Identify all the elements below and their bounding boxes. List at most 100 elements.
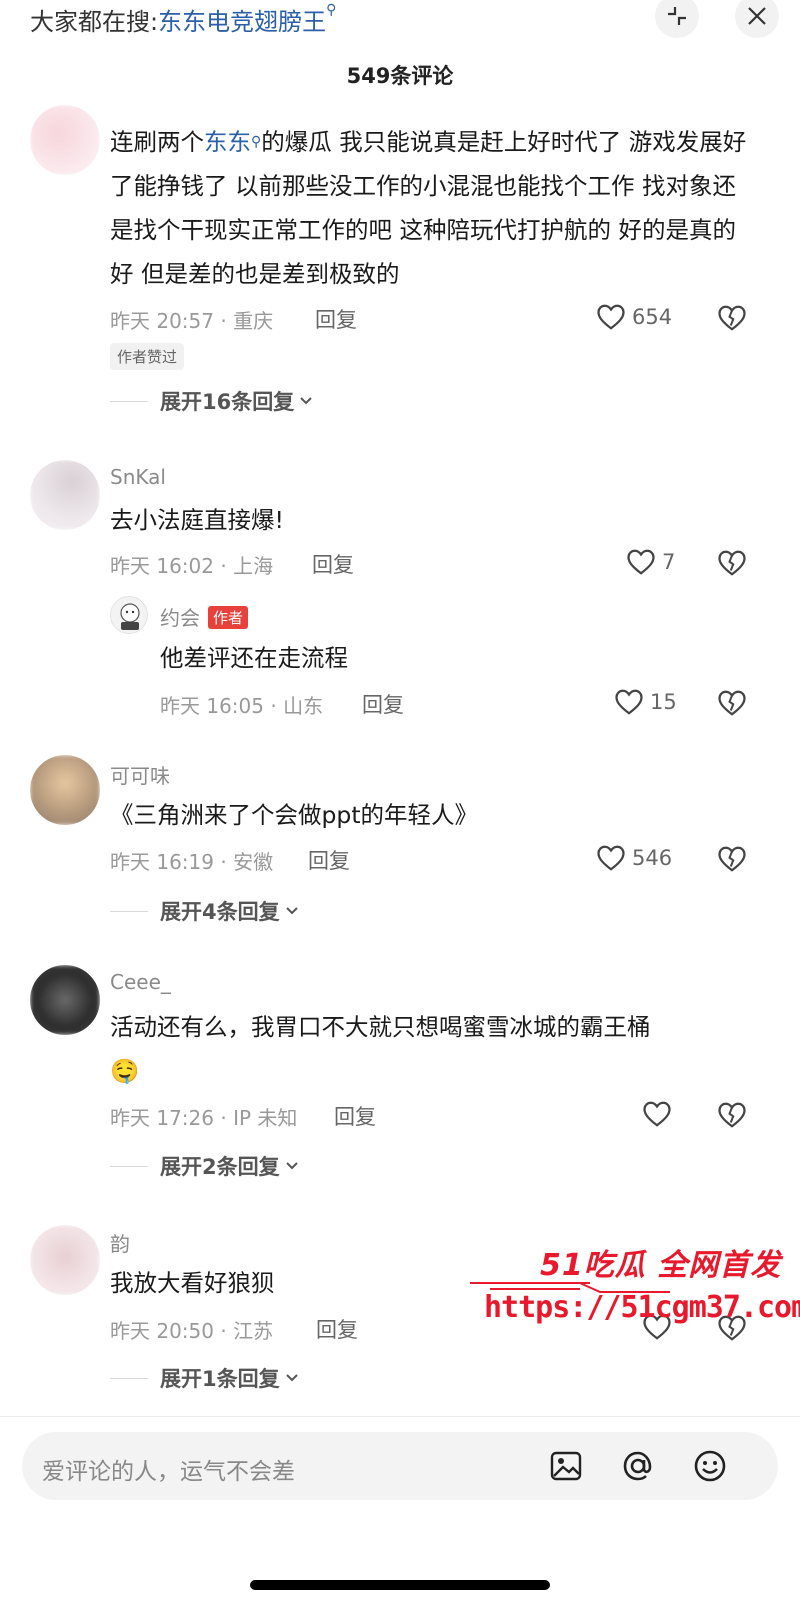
expand-replies-button[interactable]: 展开16条回复 [110, 386, 314, 416]
home-indicator[interactable] [250, 1580, 550, 1590]
like-count: 15 [650, 690, 677, 714]
comment-text: 《三角洲来了个会做ppt的年轻人》 [110, 801, 479, 829]
reply-button[interactable]: 回复 [308, 845, 350, 875]
chevron-down-icon [300, 397, 312, 405]
like-button[interactable]: 15 [614, 688, 677, 716]
comment-keyword-link[interactable]: 东东 [204, 128, 251, 156]
broken-heart-icon [718, 690, 746, 716]
expand-replies-label: 展开2条回复 [160, 1155, 280, 1179]
avatar[interactable] [30, 460, 100, 530]
like-button[interactable]: 7 [626, 548, 675, 576]
author-badge: 作者 [208, 606, 249, 629]
chevron-down-icon [285, 907, 298, 915]
dislike-button[interactable] [717, 1101, 747, 1133]
comment-input-bar[interactable]: 爱评论的人，运气不会差 [22, 1432, 778, 1500]
like-button[interactable]: 654 [596, 303, 672, 331]
heart-icon [643, 1101, 671, 1127]
heart-icon [597, 845, 625, 871]
reply-button[interactable]: 回复 [334, 1101, 376, 1131]
chevron-down-icon [285, 1374, 298, 1382]
reply-username[interactable]: 约会 作者 [160, 602, 249, 631]
like-count: 546 [632, 846, 673, 870]
heart-icon [627, 549, 655, 575]
comment-username[interactable]: 韵 [110, 1228, 130, 1257]
divider [110, 1165, 148, 1167]
reply-avatar[interactable] [110, 596, 148, 634]
comment-item: SnKal 去小法庭直接爆! 昨天 16:02 · 上海 回复 7 约会 作者 他… [0, 460, 800, 740]
like-count: 654 [632, 305, 673, 329]
dislike-button[interactable] [717, 845, 747, 877]
comment-emoji: 🤤 [110, 1057, 140, 1085]
expand-replies-label: 展开4条回复 [160, 900, 280, 924]
cartoon-avatar-icon [120, 603, 140, 630]
comment-username[interactable]: SnKal [110, 465, 166, 489]
author-liked-badge: 作者赞过 [110, 343, 185, 370]
chevron-down-icon [285, 1162, 298, 1170]
comment-meta: 昨天 20:57 · 重庆 [110, 309, 274, 333]
avatar[interactable] [30, 965, 100, 1035]
comment-item: 连刷两个东东⚲的爆瓜 我只能说真是赶上好时代了 游戏发展好了能挣钱了 以前那些没… [0, 105, 800, 415]
comment-meta: 昨天 17:26 · IP 未知 [110, 1106, 298, 1130]
like-button[interactable]: 546 [596, 844, 672, 872]
comment-text: 活动还有么，我胃口不大就只想喝蜜雪冰城的霸王桶 [110, 1013, 651, 1041]
reply-button[interactable]: 回复 [312, 549, 354, 579]
watermark: 51吃瓜 全网首发 https://51cgm37.com [470, 1240, 800, 1340]
heart-icon [597, 304, 625, 330]
reply-button[interactable]: 回复 [316, 1314, 358, 1344]
comment-text: 去小法庭直接爆! [110, 506, 284, 534]
top-bar: 大家都在搜:东东电竞翅膀王⚲ [0, 0, 800, 40]
dislike-button[interactable] [717, 689, 747, 721]
comment-text: 连刷两个东东⚲的爆瓜 我只能说真是赶上好时代了 游戏发展好了能挣钱了 以前那些没… [110, 128, 747, 288]
heart-icon [615, 689, 643, 715]
expand-replies-label: 展开16条回复 [160, 390, 295, 414]
hot-search-prefix: 大家都在搜: [30, 8, 159, 36]
expand-replies-button[interactable]: 展开4条回复 [110, 896, 300, 926]
dislike-button[interactable] [717, 304, 747, 336]
comment-meta: 昨天 16:02 · 上海 [110, 554, 274, 578]
expand-replies-label: 展开1条回复 [160, 1367, 280, 1391]
mention-button[interactable] [618, 1446, 658, 1486]
expand-replies-button[interactable]: 展开1条回复 [110, 1363, 300, 1393]
avatar[interactable] [30, 105, 100, 175]
avatar[interactable] [30, 1225, 100, 1295]
comment-username[interactable]: 可可味 [110, 760, 170, 789]
divider [110, 1377, 148, 1379]
close-icon [748, 7, 766, 25]
divider [110, 400, 148, 402]
comment-count-title: 549条评论 [346, 64, 454, 88]
comment-input[interactable]: 爱评论的人，运气不会差 [42, 1452, 295, 1486]
broken-heart-icon [718, 305, 746, 331]
broken-heart-icon [718, 550, 746, 576]
hot-search-keyword[interactable]: 东东电竞翅膀王 [158, 8, 326, 36]
avatar[interactable] [30, 755, 100, 825]
comment-item: Ceee_ 活动还有么，我胃口不大就只想喝蜜雪冰城的霸王桶 🤤 昨天 17:26… [0, 965, 800, 1195]
image-button[interactable] [546, 1446, 586, 1486]
reply-button[interactable]: 回复 [362, 689, 404, 719]
dislike-button[interactable] [717, 549, 747, 581]
broken-heart-icon [718, 1102, 746, 1128]
close-button[interactable] [735, 0, 779, 38]
reply-meta: 昨天 16:05 · 山东 [160, 694, 324, 718]
like-count: 7 [662, 550, 676, 574]
search-icon: ⚲ [326, 2, 337, 18]
bottom-divider [0, 1416, 800, 1417]
comment-username[interactable]: Ceee_ [110, 970, 171, 994]
image-icon [550, 1451, 582, 1481]
comment-item: 可可味 《三角洲来了个会做ppt的年轻人》 昨天 16:19 · 安徽 回复 5… [0, 755, 800, 935]
at-icon [623, 1451, 652, 1481]
collapse-icon [668, 7, 686, 25]
emoji-button[interactable] [690, 1446, 730, 1486]
divider [110, 910, 148, 912]
reply-text: 他差评还在走流程 [160, 644, 348, 672]
emoji-icon [694, 1450, 726, 1482]
like-button[interactable] [642, 1100, 678, 1128]
comment-meta: 昨天 20:50 · 江苏 [110, 1319, 274, 1343]
expand-replies-button[interactable]: 展开2条回复 [110, 1151, 300, 1181]
collapse-button[interactable] [655, 0, 699, 38]
watermark-url: https://51cgm37.com [484, 1290, 800, 1325]
comment-meta: 昨天 16:19 · 安徽 [110, 850, 274, 874]
broken-heart-icon [718, 846, 746, 872]
search-icon: ⚲ [251, 134, 262, 150]
hot-search[interactable]: 大家都在搜:东东电竞翅膀王⚲ [30, 2, 336, 37]
reply-button[interactable]: 回复 [315, 304, 357, 334]
